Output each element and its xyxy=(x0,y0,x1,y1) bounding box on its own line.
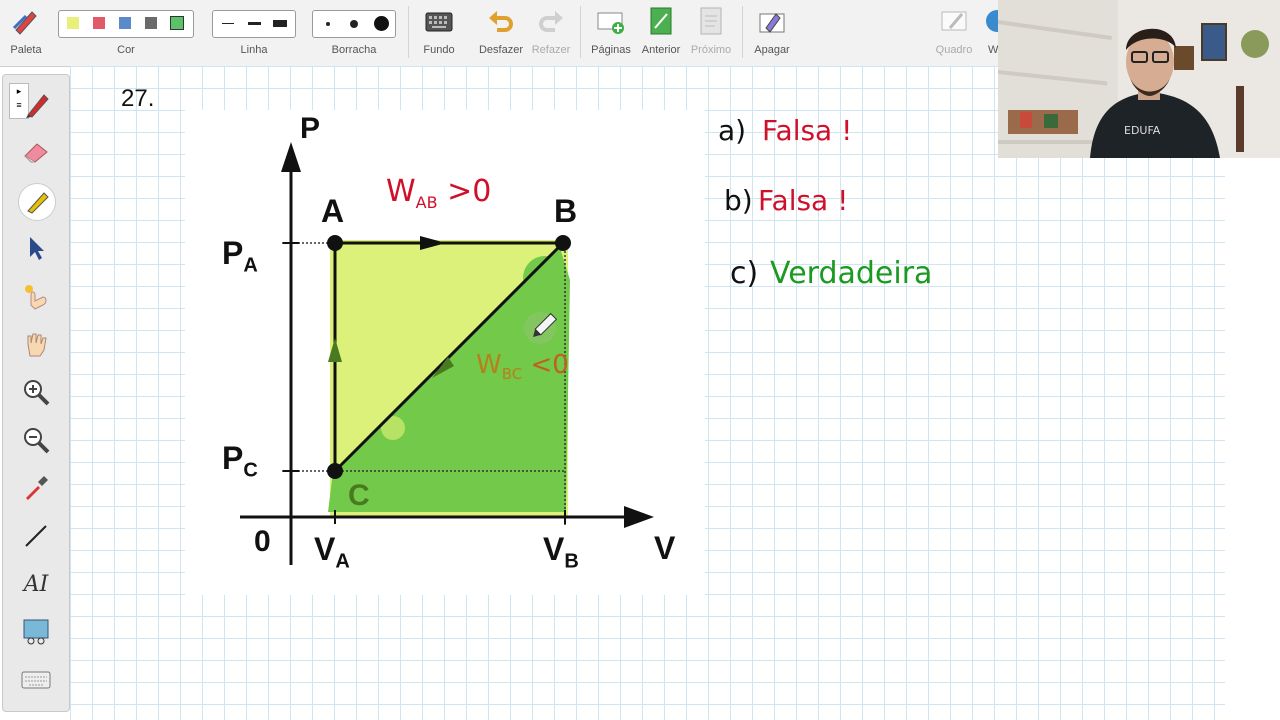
label-c: C xyxy=(348,479,370,512)
answer-a-text: Falsa ! xyxy=(762,114,853,147)
va-label-main: V xyxy=(314,531,336,567)
pc-label-sub: C xyxy=(243,459,258,482)
answer-c-prefix: c) xyxy=(730,256,759,291)
label-b: B xyxy=(554,193,578,229)
vb-label-sub: B xyxy=(564,550,579,573)
pa-label: PA xyxy=(222,235,258,277)
work-bc-rest: <0 xyxy=(522,350,569,380)
pc-label-main: P xyxy=(222,440,244,476)
svg-text:EDUFA: EDUFA xyxy=(1124,124,1161,137)
pa-label-main: P xyxy=(222,235,244,271)
work-ab-sub: AB xyxy=(415,193,438,212)
answer-a-prefix: a) xyxy=(718,114,747,147)
point-c xyxy=(327,463,343,479)
origin-label: 0 xyxy=(254,525,271,558)
va-label-sub: A xyxy=(335,550,350,573)
work-ab-main: W xyxy=(386,174,416,209)
pa-label-sub: A xyxy=(243,254,258,277)
p-axis-arrow xyxy=(281,142,301,172)
answer-c-text: Verdadeira xyxy=(770,256,933,291)
work-bc-sub: BC xyxy=(501,365,523,384)
answer-b-text: Falsa ! xyxy=(758,184,849,217)
point-a xyxy=(327,235,343,251)
vb-label-main: V xyxy=(543,531,565,567)
work-bc-main: W xyxy=(476,350,502,380)
work-ab-rest: >0 xyxy=(437,174,492,209)
label-a: A xyxy=(321,193,345,229)
webcam-overlay: EDUFA xyxy=(998,0,1280,158)
v-axis-arrow xyxy=(624,506,654,528)
answer-b-prefix: b) xyxy=(724,184,753,217)
work-ab-annotation: WAB >0 xyxy=(386,174,491,212)
pc-label: PC xyxy=(222,440,258,482)
axis-p-label: P xyxy=(300,112,321,145)
vb-label: VB xyxy=(543,531,579,573)
webcam-video-frame: EDUFA xyxy=(998,0,1280,158)
point-b xyxy=(555,235,571,251)
va-label: VA xyxy=(314,531,350,573)
axis-v-label: V xyxy=(654,530,676,566)
work-bc-annotation: WBC <0 xyxy=(476,350,569,383)
